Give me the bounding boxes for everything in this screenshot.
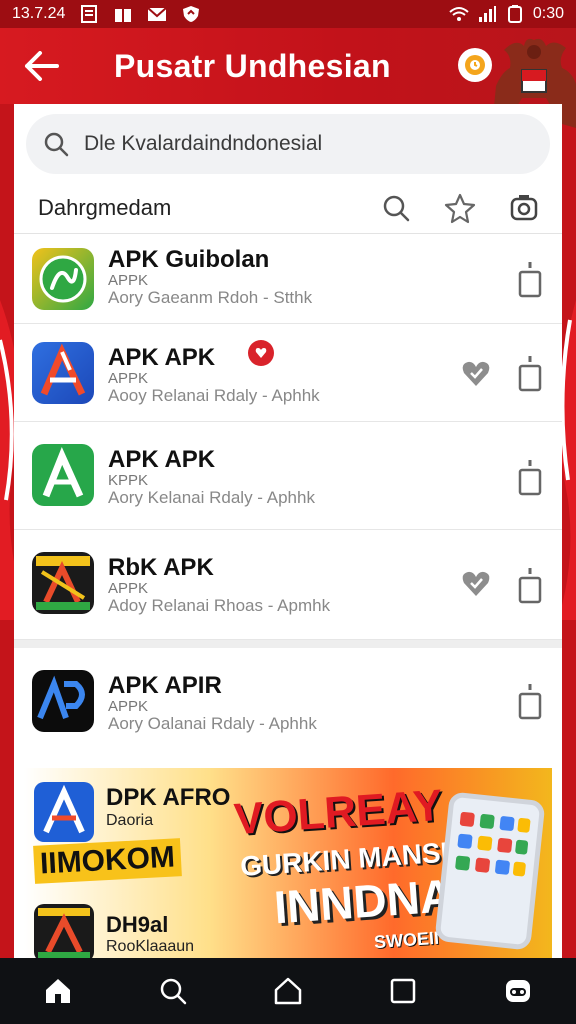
list-toolbar: Dahrgmedam (14, 182, 562, 234)
app-meta: Aory Oalanai Rdaly - Aphhk (108, 714, 317, 733)
heart-small-icon (255, 348, 267, 358)
app-header: Pusatr Undhesian (0, 28, 576, 128)
app-title: APK APK (108, 446, 216, 473)
app-logo-icon (32, 248, 94, 310)
app-subtitle: KPPK (108, 472, 149, 489)
phone-illustration-icon (434, 791, 546, 951)
app-logo-icon (34, 782, 94, 842)
heart-icon[interactable] (460, 358, 492, 390)
shield-icon (183, 6, 200, 22)
status-clock: 0:30 (532, 5, 564, 22)
list-item[interactable]: APK Guibolan APPK Aory Gaeanm Rdoh - Stt… (14, 236, 562, 324)
app-title: RbK APK (108, 554, 214, 581)
toolbar-favorite-button[interactable] (442, 190, 478, 226)
app-subtitle: APPK (108, 698, 149, 715)
app-meta: Adoy Relanai Rhoas - Apmhk (108, 596, 331, 615)
home-icon (45, 979, 70, 1003)
section-divider (14, 640, 562, 648)
signal-icon (478, 6, 496, 22)
nav-homescreen-button[interactable] (264, 967, 312, 1015)
new-badge (248, 340, 274, 366)
toolbar-search-button[interactable] (378, 190, 414, 226)
gift-icon (115, 9, 132, 22)
download-icon[interactable] (516, 260, 544, 300)
mail-icon (147, 7, 168, 21)
arrow-left-icon (25, 51, 59, 81)
app-meta: Aooy Relanai Rdaly - Aphhk (108, 386, 320, 405)
download-icon[interactable] (516, 566, 544, 606)
nav-recents-button[interactable] (379, 967, 427, 1015)
banner-headline: VOLREAY (232, 780, 445, 845)
banner-stamp: IIMOKOM (33, 838, 182, 884)
app-subtitle: APPK (108, 580, 149, 597)
app-title: APK APK (108, 344, 216, 371)
nav-profile-button[interactable] (494, 967, 542, 1015)
list-item[interactable]: APK APIR APPK Aory Oalanai Rdaly - Aphhk (14, 648, 562, 752)
document-icon (81, 5, 98, 23)
search-icon (44, 132, 69, 157)
search-icon (160, 978, 187, 1005)
toolbar-camera-button[interactable] (506, 190, 542, 226)
app-title: APK APIR (108, 672, 222, 699)
profile-icon (506, 980, 531, 1002)
page-title: Pusatr Undhesian (114, 47, 391, 84)
app-logo-icon (32, 670, 94, 732)
banner-app-title: DH9al (106, 912, 169, 937)
download-icon[interactable] (516, 458, 544, 498)
nav-home-button[interactable] (34, 967, 82, 1015)
app-logo-icon (32, 342, 94, 404)
app-title: APK Guibolan (108, 246, 270, 273)
battery-icon (507, 5, 522, 23)
app-subtitle: APPK (108, 272, 149, 289)
notification-button[interactable] (458, 48, 492, 82)
app-logo-icon (32, 552, 94, 614)
banner-app-subtitle: RooKlaaaun (106, 938, 195, 955)
status-bar: 13.7.24 0:30 (0, 0, 576, 28)
toolbar-label: Dahrgmedam (38, 194, 172, 220)
square-icon (390, 978, 416, 1004)
banner-app-subtitle: Daoria (106, 812, 154, 829)
status-time: 13.7.24 (12, 5, 66, 22)
search-bar[interactable] (26, 114, 550, 174)
bottom-nav (0, 958, 576, 1024)
nav-search-button[interactable] (149, 967, 197, 1015)
promo-banner[interactable]: DPK AFRO Daoria IIMOKOM VOLREAY GURKIN M… (24, 768, 552, 964)
app-list: APK Guibolan APPK Aory Gaeanm Rdoh - Stt… (14, 236, 562, 752)
camera-icon (510, 195, 538, 221)
content-card: Dahrgmedam APK Guibolan (14, 104, 562, 964)
list-item[interactable]: RbK APK APPK Adoy Relanai Rhoas - Apmhk (14, 530, 562, 640)
search-input[interactable] (84, 132, 524, 156)
banner-app-title: DPK AFRO (106, 784, 231, 811)
download-icon[interactable] (516, 682, 544, 722)
app-logo-icon (34, 904, 94, 962)
back-button[interactable] (10, 34, 74, 98)
search-icon (383, 195, 410, 222)
star-icon (444, 193, 476, 224)
notification-icon (465, 55, 485, 75)
list-item[interactable]: APK APK APPK Aooy Relanai Rdaly - Aphhk (14, 324, 562, 422)
list-item[interactable]: APK APK KPPK Aory Kelanai Rdaly - Aphhk (14, 422, 562, 530)
home-outline-icon (274, 977, 302, 1005)
app-meta: Aory Kelanai Rdaly - Aphhk (108, 488, 315, 507)
wifi-icon (449, 7, 469, 21)
app-meta: Aory Gaeanm Rdoh - Stthk (108, 288, 313, 307)
app-logo-icon (32, 444, 94, 506)
download-icon[interactable] (516, 354, 544, 394)
banner-tagline: SWOEII (373, 927, 440, 953)
heart-icon[interactable] (460, 568, 492, 600)
app-subtitle: APPK (108, 370, 149, 387)
